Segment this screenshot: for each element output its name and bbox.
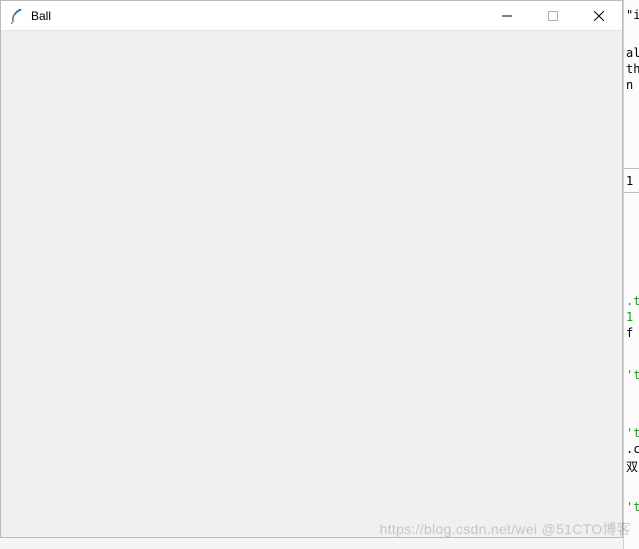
code-fragment: "i [626, 8, 639, 22]
app-window: Ball [0, 0, 623, 538]
code-fragment: 双 [626, 458, 638, 475]
tk-feather-icon [9, 8, 25, 24]
titlebar[interactable]: Ball [1, 1, 622, 31]
window-controls [484, 1, 622, 30]
background-code-sliver: "i al th n 1 .t 1 f 't 't .c 双 't [623, 0, 639, 549]
client-area [1, 31, 622, 537]
window-title: Ball [31, 9, 51, 23]
close-icon [594, 11, 604, 21]
code-fragment: .c [626, 442, 639, 456]
code-fragment: 't [626, 368, 639, 382]
code-fragment: 1 [626, 310, 633, 324]
code-fragment: .t [626, 294, 639, 308]
code-fragment: 1 [626, 174, 633, 188]
code-fragment: al [626, 46, 639, 60]
code-fragment: f [626, 326, 633, 340]
maximize-button[interactable] [530, 1, 576, 30]
close-button[interactable] [576, 1, 622, 30]
minimize-icon [502, 11, 512, 21]
minimize-button[interactable] [484, 1, 530, 30]
maximize-icon [548, 11, 558, 21]
code-fragment: th [626, 62, 639, 76]
code-separator [624, 168, 639, 169]
code-fragment: n [626, 78, 633, 92]
code-fragment: 't [626, 500, 639, 514]
code-separator [624, 192, 639, 193]
code-fragment: 't [626, 426, 639, 440]
